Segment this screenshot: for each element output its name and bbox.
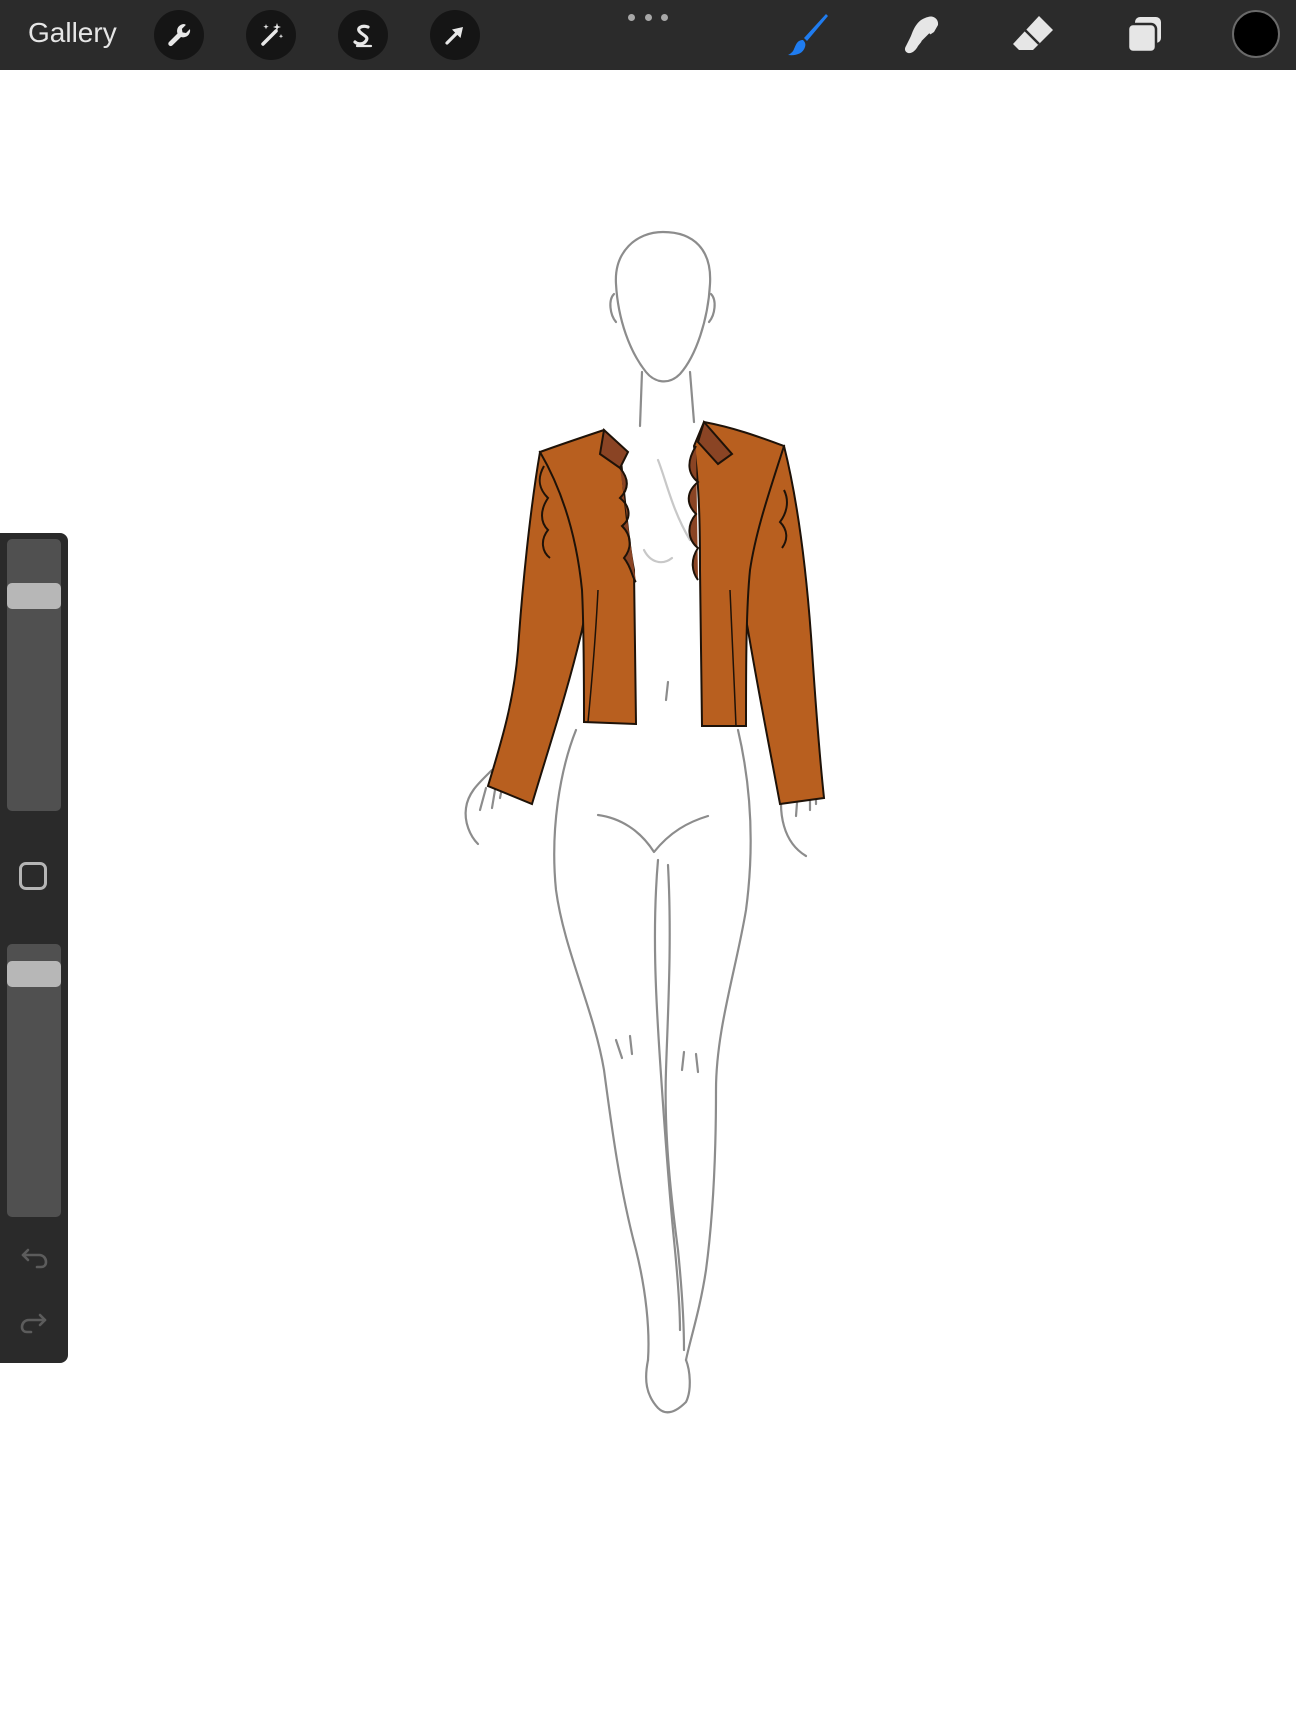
eraser-icon	[1013, 16, 1053, 50]
undo-button[interactable]	[17, 1239, 51, 1273]
actions-button[interactable]	[154, 10, 204, 60]
brush-size-slider[interactable]	[7, 539, 61, 811]
croquis-navel	[664, 680, 670, 702]
croquis-knee	[680, 1050, 700, 1074]
jacket	[486, 419, 826, 806]
top-toolbar: Gallery	[0, 0, 1296, 70]
croquis-inner-right-leg	[664, 863, 686, 1352]
croquis-foot	[645, 1358, 691, 1414]
color-picker-button[interactable]	[1232, 10, 1280, 58]
modify-square-icon[interactable]	[19, 862, 47, 890]
dot-icon	[628, 14, 635, 21]
croquis-head	[614, 230, 712, 383]
selection-s-icon	[353, 24, 373, 48]
opacity-slider[interactable]	[7, 944, 61, 1217]
gallery-button[interactable]: Gallery	[28, 17, 117, 49]
croquis-ear	[707, 292, 716, 324]
magic-wand-icon	[261, 23, 284, 46]
croquis-ear	[609, 292, 618, 324]
eraser-tool-button[interactable]	[1006, 8, 1060, 62]
dot-icon	[644, 14, 652, 21]
smudge-icon	[904, 16, 939, 54]
croquis-chest	[642, 548, 674, 564]
dot-icon	[661, 14, 668, 21]
croquis-inner-left-leg	[653, 858, 682, 1332]
adjustments-button[interactable]	[246, 10, 296, 60]
layers-button[interactable]	[1118, 8, 1172, 62]
side-toolbar	[0, 533, 68, 1363]
brush-tool-button[interactable]	[782, 8, 836, 62]
drawing-canvas[interactable]	[0, 70, 1296, 1728]
undo-icon	[21, 1248, 48, 1269]
transform-button[interactable]	[430, 10, 480, 60]
croquis-neck	[688, 370, 696, 424]
croquis-left-hip	[553, 728, 650, 1362]
layers-icon	[1126, 17, 1161, 54]
opacity-thumb[interactable]	[7, 961, 61, 987]
croquis-right-hip	[684, 728, 752, 1362]
transform-arrow-icon	[445, 27, 463, 45]
brush-size-thumb[interactable]	[7, 583, 61, 609]
selection-button[interactable]	[338, 10, 388, 60]
redo-icon	[20, 1313, 47, 1334]
wrench-icon	[168, 24, 191, 47]
croquis-chest	[656, 458, 692, 542]
smudge-tool-button[interactable]	[894, 8, 948, 62]
brush-icon	[788, 14, 828, 56]
redo-button[interactable]	[17, 1304, 51, 1338]
more-options-button[interactable]	[628, 14, 668, 24]
croquis-neck	[638, 370, 644, 428]
croquis-crotch	[596, 813, 710, 854]
croquis-knee	[614, 1034, 634, 1060]
